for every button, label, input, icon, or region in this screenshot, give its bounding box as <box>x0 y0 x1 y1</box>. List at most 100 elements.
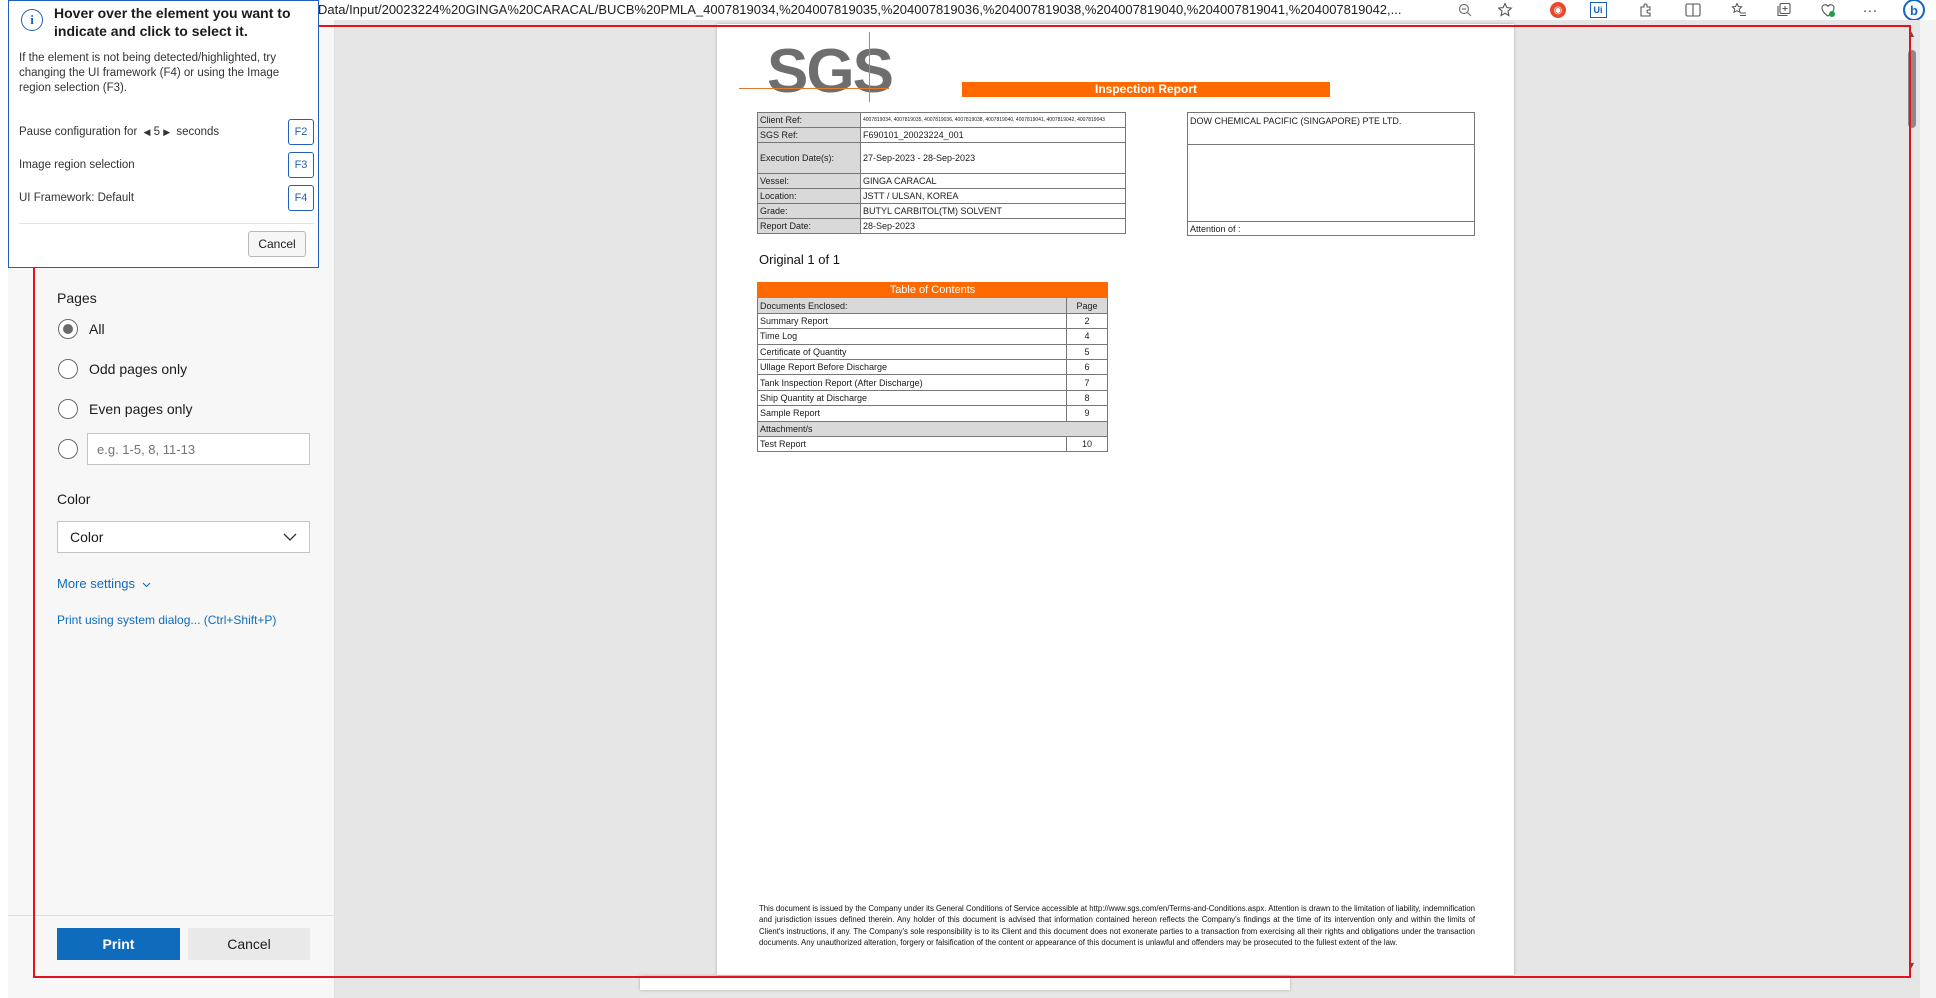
table-row: Ullage Report Before Discharge 6 <box>757 358 1108 376</box>
more-options-icon[interactable]: ··· <box>1858 0 1882 20</box>
client-name: DOW CHEMICAL PACIFIC (SINGAPORE) PTE LTD… <box>1190 116 1402 126</box>
uipath-extension-icon[interactable]: Ui <box>1586 0 1610 20</box>
radio-custom[interactable] <box>58 439 78 459</box>
toc-page: 5 <box>1066 343 1108 360</box>
field-value: JSTT / ULSAN, KOREA <box>860 188 1126 204</box>
image-region-label: Image region selection <box>19 159 135 171</box>
page-range-input[interactable] <box>87 433 310 465</box>
more-settings-link[interactable]: More settings <box>57 576 151 591</box>
field-key: Execution Date(s): <box>757 142 861 174</box>
info-icon: i <box>21 9 43 31</box>
uipath-badge-label: Ui <box>1589 2 1607 18</box>
field-value: 27-Sep-2023 - 28-Sep-2023 <box>860 142 1126 174</box>
pages-option-even[interactable]: Even pages only <box>58 397 193 421</box>
popup-help-text: If the element is not being detected/hig… <box>19 52 280 94</box>
table-row: Client Ref: 4007819034, 4007819035, 40078… <box>757 112 1126 128</box>
popup-cancel-button[interactable]: Cancel <box>248 231 306 257</box>
field-value: 28-Sep-2023 <box>860 218 1126 234</box>
preview-scrollbar[interactable]: ▲ ▼ <box>1903 20 1920 975</box>
collections-icon[interactable] <box>1772 0 1796 20</box>
address-bar[interactable]: Data/Input/20023224%20GINGA%20CARACAL/BU… <box>318 1 1443 19</box>
field-value: GINGA CARACAL <box>860 173 1126 189</box>
popup-divider <box>19 223 314 224</box>
f3-key-button[interactable]: F3 <box>288 152 314 178</box>
toc-title-row: Table of Contents <box>757 281 1108 299</box>
toc-header-page: Page <box>1066 297 1108 314</box>
toc-header-doc: Documents Enclosed: <box>757 297 1067 314</box>
radio-label-even: Even pages only <box>89 401 193 417</box>
scroll-thumb[interactable] <box>1908 50 1916 128</box>
divider <box>1188 144 1474 145</box>
table-row: Execution Date(s): 27-Sep-2023 - 28-Sep-2… <box>757 142 1126 174</box>
attachments-label: Attachment/s <box>757 420 1108 437</box>
f2-key-button[interactable]: F2 <box>288 119 314 145</box>
field-key: Vessel: <box>757 173 861 189</box>
table-row: Certificate of Quantity 5 <box>757 343 1108 360</box>
copilot-icon[interactable]: b <box>1902 0 1926 21</box>
framework-row: UI Framework: Default F4 <box>19 185 314 211</box>
table-row: Report Date: 28-Sep-2023 <box>757 218 1126 234</box>
toc-page: 9 <box>1066 405 1108 422</box>
report-banner: Inspection Report <box>962 82 1330 97</box>
extensions-puzzle-icon[interactable] <box>1634 0 1658 20</box>
table-row: Summary Report 2 <box>757 312 1108 330</box>
split-screen-icon[interactable] <box>1681 0 1705 20</box>
field-key: Grade: <box>757 203 861 219</box>
radio-odd[interactable] <box>58 359 78 379</box>
toc-doc: Tank Inspection Report (After Discharge) <box>757 374 1067 391</box>
radio-all-selected[interactable] <box>58 319 78 339</box>
pages-label: Pages <box>57 290 97 306</box>
footer-divider <box>8 915 335 916</box>
pages-option-custom[interactable] <box>58 437 78 461</box>
toc-doc: Time Log <box>757 328 1067 345</box>
f4-key-button[interactable]: F4 <box>288 185 314 211</box>
more-settings-label: More settings <box>57 576 136 591</box>
browser-essentials-icon[interactable] <box>1816 0 1840 20</box>
radio-even[interactable] <box>58 399 78 419</box>
color-select-value: Color <box>70 529 104 545</box>
pause-prefix: Pause configuration for <box>19 126 138 138</box>
scroll-down-arrow-icon[interactable]: ▼ <box>1907 960 1916 970</box>
system-dialog-link[interactable]: Print using system dialog... (Ctrl+Shift… <box>57 613 276 627</box>
original-copy-label: Original 1 of 1 <box>759 252 840 267</box>
logo-line-horizontal <box>739 88 889 89</box>
table-row: Time Log 4 <box>757 328 1108 345</box>
pause-suffix: seconds <box>176 126 220 138</box>
toc-attachments-row: Attachment/s <box>757 420 1108 437</box>
table-row: Tank Inspection Report (After Discharge)… <box>757 374 1108 391</box>
decrease-arrow-icon[interactable]: ◀ <box>143 127 150 137</box>
framework-label: UI Framework: Default <box>19 192 135 204</box>
field-key: Client Ref: <box>757 112 861 128</box>
scroll-up-arrow-icon[interactable]: ▲ <box>1907 29 1916 39</box>
color-select[interactable]: Color <box>57 521 310 553</box>
indicate-element-popup: i Hover over the element you want to ind… <box>8 0 319 268</box>
toc-page: 2 <box>1066 312 1108 330</box>
next-page-preview <box>640 976 1290 990</box>
pages-option-odd[interactable]: Odd pages only <box>58 357 187 381</box>
toc-header-row: Documents Enclosed: Page <box>757 297 1108 314</box>
pause-row: Pause configuration for ◀ 5 ▶ seconds F2 <box>19 119 314 145</box>
favorite-star-icon[interactable] <box>1493 0 1517 20</box>
popup-title: Hover over the element you want to indic… <box>54 5 291 39</box>
pages-option-all[interactable]: All <box>58 317 105 341</box>
table-row: Grade: BUTYL CARBITOL(TM) SOLVENT <box>757 203 1126 219</box>
toc-doc: Ship Quantity at Discharge <box>757 389 1067 407</box>
zoom-out-icon[interactable] <box>1453 0 1477 20</box>
toc-doc: Sample Report <box>757 405 1067 422</box>
divider <box>1188 221 1474 222</box>
table-row: Ship Quantity at Discharge 8 <box>757 389 1108 407</box>
field-value: 4007819034, 4007819035, 4007819036, 4007… <box>860 112 1126 128</box>
table-row: SGS Ref: F690101_20023224_001 <box>757 127 1126 143</box>
print-button[interactable]: Print <box>57 928 180 960</box>
chevron-down-icon <box>283 533 297 541</box>
extension-red-icon[interactable]: ◉ <box>1546 0 1570 20</box>
sgs-logo: SGS <box>767 37 894 106</box>
toc-doc: Summary Report <box>757 312 1067 330</box>
toc-doc: Ullage Report Before Discharge <box>757 358 1067 376</box>
color-label: Color <box>57 491 91 507</box>
cancel-print-button[interactable]: Cancel <box>188 928 310 960</box>
table-row: Vessel: GINGA CARACAL <box>757 173 1126 189</box>
favorites-icon[interactable] <box>1727 0 1751 20</box>
increase-arrow-icon[interactable]: ▶ <box>163 127 170 137</box>
pause-label: Pause configuration for ◀ 5 ▶ seconds <box>19 126 219 138</box>
